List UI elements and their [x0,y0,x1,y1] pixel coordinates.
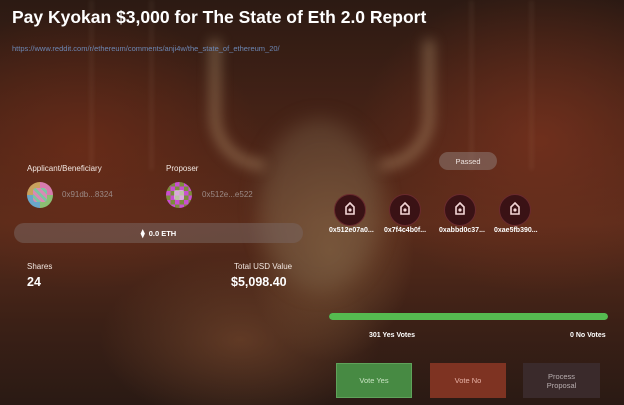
yes-votes-label: 301 Yes Votes [369,332,416,339]
vote-yes-button[interactable]: Vote Yes [336,363,412,398]
vote-yes-label: Vote Yes [359,376,389,385]
applicant-avatar [27,182,53,208]
voter-address: 0x7f4c4b0f... [384,227,427,234]
robot-icon [400,201,410,215]
robot-icon [510,201,520,215]
process-proposal-button[interactable]: Process Proposal [523,363,600,398]
vote-no-button[interactable]: Vote No [430,363,506,398]
ethereum-icon: ⧫ [140,228,145,238]
applicant-address[interactable]: 0x91db...8324 [62,190,113,199]
total-usd-label: Total USD Value [234,262,293,271]
vote-progress-fill [329,313,608,320]
background-horn-right [380,40,434,170]
tribute-bar: ⧫ 0.0 ETH [14,223,303,243]
voter-address: 0xabbd0c37... [439,227,485,234]
voter-address: 0x512e07a0... [329,227,374,234]
status-badge: Passed [439,152,497,170]
proposer-avatar [166,182,192,208]
proposer-address[interactable]: 0x512e...e522 [202,190,253,199]
proposer-label: Proposer [166,164,199,173]
vote-progress-bar [329,313,608,320]
voter-avatar[interactable] [499,194,531,226]
robot-icon [345,201,355,215]
proposal-link[interactable]: https://www.reddit.com/r/ethereum/commen… [12,44,280,53]
voter-address: 0xae5fb390... [494,227,538,234]
background-stripe [530,0,533,170]
background-horn-left [210,40,264,170]
background-stripe [470,0,473,170]
proposal-title: Pay Kyokan $3,000 for The State of Eth 2… [12,7,427,27]
voter-avatar[interactable] [334,194,366,226]
voter-avatar[interactable] [389,194,421,226]
applicant-label: Applicant/Beneficiary [27,164,102,173]
voter-avatar[interactable] [444,194,476,226]
robot-icon [455,201,465,215]
total-usd-value: $5,098.40 [231,275,287,289]
shares-label: Shares [27,262,53,271]
no-votes-label: 0 No Votes [570,332,606,339]
tribute-amount: 0.0 ETH [148,228,177,238]
shares-value: 24 [27,275,41,289]
process-proposal-label: Process Proposal [546,371,577,390]
